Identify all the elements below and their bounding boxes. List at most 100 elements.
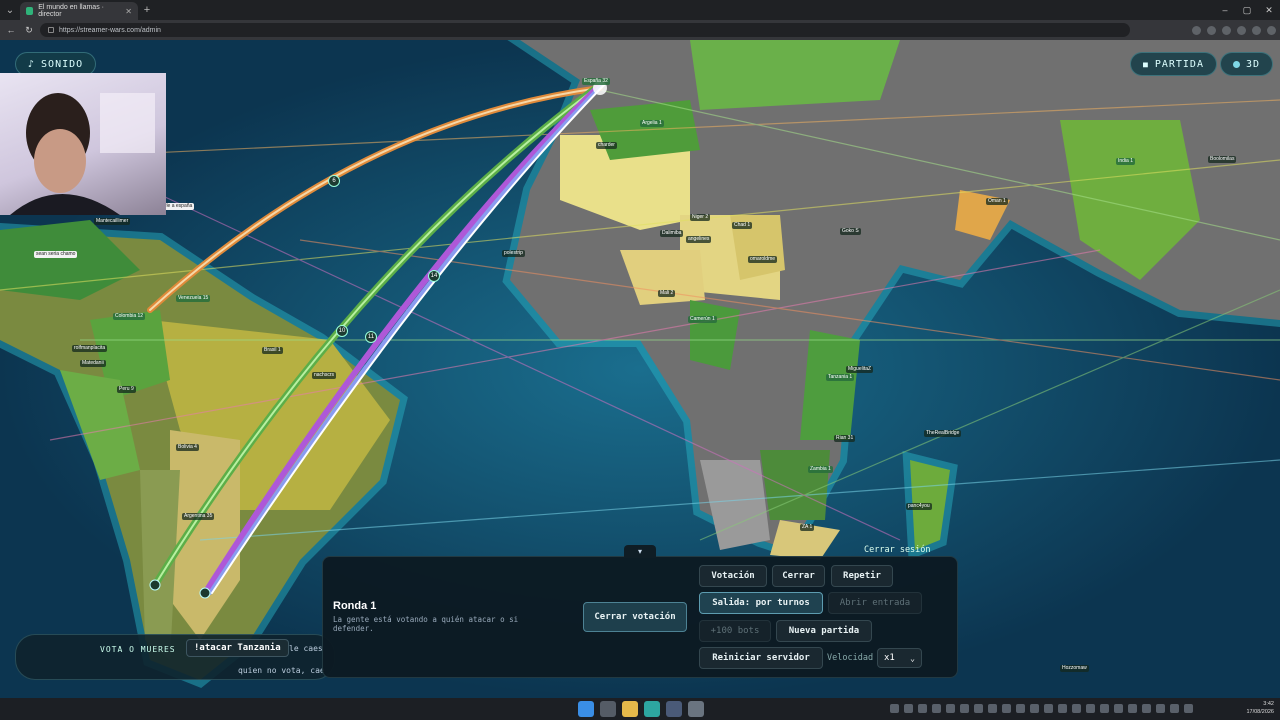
match-button[interactable]: ■ PARTIDA — [1130, 52, 1217, 76]
route-count-badge: 14 — [428, 270, 440, 282]
maximize-icon[interactable]: ▢ — [1236, 5, 1258, 16]
tray-icon[interactable] — [1142, 704, 1151, 713]
zoom-icon[interactable] — [1192, 25, 1201, 35]
country-label[interactable]: Oman 1 — [986, 198, 1008, 205]
tray-icon[interactable] — [904, 704, 913, 713]
tray-icon[interactable] — [890, 704, 899, 713]
new-match-button[interactable]: Nueva partida — [776, 620, 872, 642]
downloads-icon[interactable] — [1237, 25, 1246, 35]
country-label[interactable]: Zambia 1 — [808, 466, 833, 473]
search-icon[interactable] — [600, 701, 616, 717]
profile-icon[interactable] — [1252, 25, 1261, 35]
country-label[interactable]: Venezuela 15 — [176, 295, 211, 302]
vote-banner: VOTA O MUERES !atacar Tanzania le caes q… — [15, 634, 335, 680]
tray-icon[interactable] — [1058, 704, 1067, 713]
tray-icon[interactable] — [1030, 704, 1039, 713]
menu-icon[interactable] — [1267, 25, 1276, 35]
user-label: MiguelitaZ — [846, 366, 874, 373]
close-button[interactable]: Cerrar — [772, 565, 825, 587]
webcam-overlay — [0, 73, 166, 215]
add-bots-button[interactable]: +100 bots — [699, 620, 771, 642]
tray-icon[interactable] — [1184, 704, 1193, 713]
user-label: Matedanii — [80, 360, 106, 367]
system-clock[interactable]: 3:42 17/08/2026 — [1236, 700, 1274, 716]
tray-icon[interactable] — [988, 704, 997, 713]
country-label[interactable]: Bolivia 4 — [176, 444, 199, 451]
user-label: rolfmanplacita — [72, 345, 108, 352]
reload-icon[interactable]: ↻ — [22, 25, 36, 36]
country-label[interactable]: Niger 2 — [690, 214, 711, 221]
browser-tab-bar: ⌄ El mundo en llamas · director ✕ + – ▢ … — [0, 0, 1280, 20]
app-icon[interactable] — [688, 701, 704, 717]
window-controls: – ▢ ✕ — [1214, 5, 1280, 16]
vote-banner-title: VOTA O MUERES — [100, 645, 176, 654]
country-label[interactable]: ZA 1 — [800, 524, 815, 531]
tray-icon[interactable] — [918, 704, 927, 713]
country-label[interactable]: Argentina 35 — [182, 513, 215, 520]
user-label: polestrip — [502, 250, 525, 257]
site-info-icon[interactable] — [48, 27, 54, 33]
country-label[interactable]: Colombia 12 — [113, 313, 146, 320]
country-label[interactable]: Argelia 1 — [640, 120, 664, 127]
browser-icon[interactable] — [644, 701, 660, 717]
tray-icon[interactable] — [1086, 704, 1095, 713]
country-label[interactable]: Mali 2 — [658, 290, 676, 297]
tray-icon[interactable] — [974, 704, 983, 713]
speed-select[interactable]: x1 ⌄ — [877, 648, 922, 668]
tray-icon[interactable] — [1072, 704, 1081, 713]
collapse-panel-icon[interactable]: ▾ — [624, 545, 656, 558]
speed-label: Velocidad — [827, 653, 874, 663]
country-label[interactable]: España 32 — [582, 78, 610, 85]
tray-icon[interactable] — [1170, 704, 1179, 713]
country-label[interactable]: Chad 1 — [732, 222, 753, 229]
extension-icons — [1192, 25, 1276, 35]
user-label: Boolomilas — [1208, 156, 1237, 163]
route-count-badge: 11 — [365, 331, 377, 343]
country-label[interactable]: Peru 9 — [117, 386, 136, 393]
tray-icon[interactable] — [1016, 704, 1025, 713]
chat-bubble: sean seria chamo — [34, 251, 78, 258]
tab-close-icon[interactable]: ✕ — [125, 7, 132, 16]
steam-icon[interactable] — [666, 701, 682, 717]
route-count-badge: 10 — [336, 325, 348, 337]
tray-icon[interactable] — [1156, 704, 1165, 713]
country-label[interactable]: Camerún 1 — [688, 316, 717, 323]
user-label: TheRealBridge — [924, 430, 962, 437]
streamer-photo — [10, 93, 155, 215]
round-title: Ronda 1 — [333, 600, 377, 612]
new-tab-icon[interactable]: + — [138, 4, 156, 16]
country-label[interactable]: Brasil 1 — [262, 347, 283, 354]
tray-icon[interactable] — [1114, 704, 1123, 713]
logout-link[interactable]: Cerrar sesión — [864, 545, 931, 555]
back-icon[interactable]: ← — [4, 25, 18, 35]
extension-icon[interactable] — [1222, 25, 1231, 35]
open-entry-button[interactable]: Abrir entrada — [828, 592, 922, 614]
speed-value: x1 — [884, 653, 895, 663]
tray-icon[interactable] — [960, 704, 969, 713]
tray-icon[interactable] — [1100, 704, 1109, 713]
browser-tab[interactable]: El mundo en llamas · director ✕ — [20, 2, 138, 20]
view-3d-button[interactable]: 3D — [1220, 52, 1274, 76]
tray-icon[interactable] — [1002, 704, 1011, 713]
voting-button[interactable]: Votación — [699, 565, 767, 587]
file-explorer-icon[interactable] — [622, 701, 638, 717]
url-field[interactable]: https://streamer-wars.com/admin — [40, 23, 1130, 37]
close-vote-button[interactable]: Cerrar votación — [583, 602, 687, 632]
windows-start-icon[interactable] — [578, 701, 594, 717]
repeat-button[interactable]: Repetir — [831, 565, 893, 587]
tray-icon[interactable] — [946, 704, 955, 713]
country-label[interactable]: Tanzania 1 — [826, 374, 855, 381]
user-label: Dalimiba — [660, 230, 684, 237]
os-taskbar: 3:42 17/08/2026 — [0, 698, 1280, 720]
exit-mode-button[interactable]: Salida: por turnos — [699, 592, 823, 614]
tray-icon[interactable] — [1044, 704, 1053, 713]
restart-server-button[interactable]: Reiniciar servidor — [699, 647, 823, 669]
tray-icon[interactable] — [932, 704, 941, 713]
tab-list-icon[interactable]: ⌄ — [0, 0, 20, 20]
clock-time: 3:42 — [1263, 701, 1274, 707]
close-window-icon[interactable]: ✕ — [1258, 5, 1280, 16]
tray-icon[interactable] — [1128, 704, 1137, 713]
bookmark-icon[interactable] — [1207, 25, 1216, 35]
minimize-icon[interactable]: – — [1214, 5, 1236, 16]
country-label[interactable]: India 1 — [1116, 158, 1136, 165]
